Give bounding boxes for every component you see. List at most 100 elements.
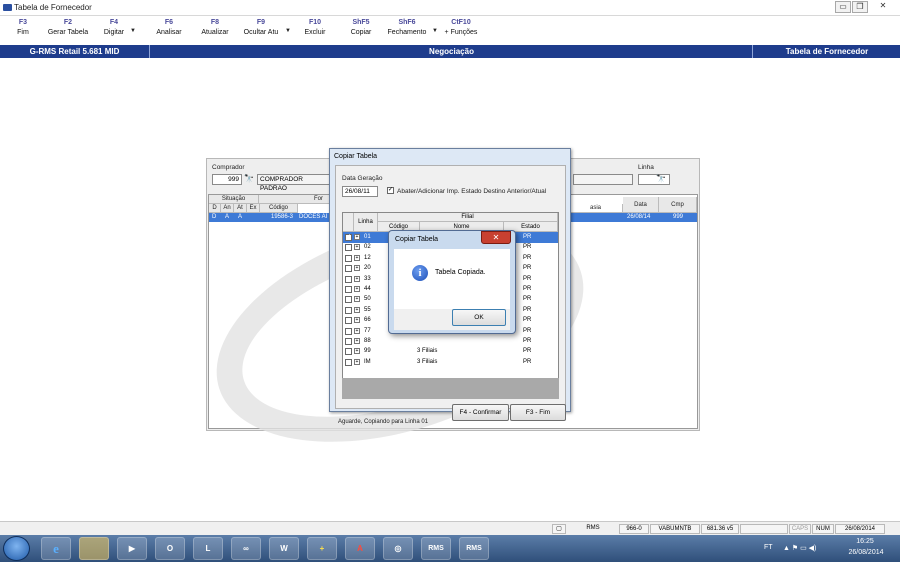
row-checkbox[interactable]	[345, 317, 352, 325]
expand-icon[interactable]: +	[354, 286, 360, 292]
medical-icon[interactable]: +	[307, 537, 337, 560]
status-rms: RMS	[586, 525, 600, 531]
dropdown-arrow-icon[interactable]: ▼	[432, 28, 438, 34]
outlook-icon[interactable]: O	[155, 537, 185, 560]
status-version: 681.36 v5	[701, 524, 739, 534]
col-d: D	[209, 204, 221, 213]
abater-checkbox[interactable]: ✓	[387, 187, 394, 194]
expand-icon[interactable]: +	[354, 317, 360, 324]
toolbar-fim[interactable]: F3 Fim	[13, 19, 33, 36]
rms-icon[interactable]: RMS	[421, 537, 451, 560]
table-empty-area	[342, 378, 559, 399]
ok-button[interactable]: OK	[452, 309, 506, 326]
restore-button[interactable]: ❐	[852, 1, 868, 13]
row-estado: PR	[523, 234, 532, 240]
expand-icon[interactable]: +	[354, 327, 360, 334]
toolbar-analisar[interactable]: F6 Analisar	[154, 19, 184, 36]
row-checkbox[interactable]	[345, 358, 352, 366]
expand-icon[interactable]: +	[354, 296, 360, 303]
notepad-icon[interactable]: ▢	[552, 524, 566, 534]
word-icon[interactable]: W	[269, 537, 299, 560]
toolbar-excluir[interactable]: F10 Excluir	[302, 19, 328, 36]
row-checkbox[interactable]	[345, 244, 352, 252]
ie-icon[interactable]: e	[41, 537, 71, 560]
row-checkbox[interactable]	[345, 286, 352, 293]
dropdown-arrow-icon[interactable]: ▼	[285, 28, 291, 34]
language-indicator[interactable]: FT	[764, 544, 773, 551]
globe-icon[interactable]: ◎	[383, 537, 413, 560]
col-ex: Ex	[247, 204, 260, 213]
expand-icon[interactable]: +	[354, 254, 360, 261]
expand-icon[interactable]: +	[354, 265, 360, 272]
dropdown-arrow-icon[interactable]: ▼	[130, 28, 136, 34]
row-linha: 33	[364, 275, 371, 282]
status-caps: CAPS	[789, 524, 811, 534]
expand-icon[interactable]: +	[354, 338, 360, 344]
row-checkbox[interactable]	[345, 306, 352, 314]
row-checkbox[interactable]	[345, 348, 352, 356]
table-row[interactable]: +88 PR	[343, 336, 558, 347]
expand-icon[interactable]: +	[354, 358, 360, 365]
row-estado: PR	[523, 327, 532, 334]
row-estado: PR	[523, 317, 532, 324]
comprador-code-field[interactable]: 999	[212, 174, 242, 185]
row-checkbox[interactable]	[345, 275, 352, 283]
message-box: Copiar Tabela ✕ i Tabela Copiada. OK	[388, 230, 516, 334]
close-icon[interactable]: ✕	[481, 231, 511, 244]
module-header: G-RMS Retail 5.681 MID Negociação Tabela…	[0, 45, 900, 58]
row-checkbox[interactable]	[345, 327, 352, 335]
explorer-icon[interactable]	[79, 537, 109, 560]
media-player-icon[interactable]: ▶	[117, 537, 147, 560]
toolbar-fechamento[interactable]: ShF6 Fechamento ▼	[385, 19, 438, 36]
acrobat-icon[interactable]: A	[345, 537, 375, 560]
row-linha: IM	[364, 358, 371, 365]
table-row[interactable]: + IM 3 Filiais PR	[343, 357, 558, 368]
expand-icon[interactable]: +	[354, 234, 360, 240]
row-estado: PR	[523, 296, 532, 303]
start-button[interactable]	[3, 536, 30, 561]
data-geracao-field[interactable]: 26/08/11	[342, 186, 378, 197]
window-titlebar: Tabela de Fornecedor ▭ ❐ ✕	[0, 0, 900, 16]
row-linha: 50	[364, 296, 371, 303]
row-estado: PR	[523, 306, 532, 313]
row-estado: PR	[523, 275, 532, 282]
expand-icon[interactable]: +	[354, 348, 360, 355]
row-checkbox[interactable]	[345, 265, 352, 273]
clock-time[interactable]: 16:25	[850, 538, 880, 545]
confirm-button[interactable]: F4 - Confirmar	[452, 404, 509, 421]
toolbar-digitar[interactable]: F4 Digitar ▼	[101, 19, 136, 36]
rms-icon[interactable]: RMS	[459, 537, 489, 560]
col-cmp: Cmp	[659, 197, 697, 213]
row-checkbox[interactable]	[345, 254, 352, 262]
row-estado: PR	[523, 338, 532, 344]
network-icon[interactable]: ∞	[231, 537, 261, 560]
row-nome: 3 Filiais	[417, 358, 438, 365]
clock-date[interactable]: 26/08/2014	[846, 549, 886, 556]
row-checkbox[interactable]: ✓	[345, 234, 352, 241]
expand-icon[interactable]: +	[354, 275, 360, 282]
close-button[interactable]: ✕	[869, 1, 897, 13]
tray-icons[interactable]: ▲ ⚑ ▭ ◀)	[783, 544, 816, 552]
binoculars-icon[interactable]: 🔭	[656, 174, 666, 184]
taskbar: e ▶ O L ∞ W + A ◎ RMS RMS FT ▲ ⚑ ▭ ◀) 16…	[0, 535, 900, 562]
end-button[interactable]: F3 - Fim	[510, 404, 566, 421]
toolbar-copiar[interactable]: ShF5 Copiar	[347, 19, 375, 36]
toolbar-atualizar[interactable]: F8 Atualizar	[198, 19, 232, 36]
row-nome: 3 Filiais	[417, 348, 438, 355]
binoculars-icon[interactable]: 🔭	[244, 174, 254, 184]
row-linha: 01	[364, 234, 371, 240]
toolbar-ocultar-atu[interactable]: F9 Ocultar Atu ▼	[240, 19, 291, 36]
row-estado: PR	[523, 265, 532, 272]
extra-field	[573, 174, 633, 185]
row-checkbox[interactable]	[345, 338, 352, 345]
minimize-button[interactable]: ▭	[835, 1, 851, 13]
dialog-title: Copiar Tabela	[334, 153, 378, 160]
toolbar-gerar-tabela[interactable]: F2 Gerar Tabela	[45, 19, 91, 36]
expand-icon[interactable]: +	[354, 306, 360, 313]
expand-icon[interactable]: +	[354, 244, 360, 251]
toolbar-mais-funcoes[interactable]: CtF10 + Funções	[442, 19, 480, 36]
row-checkbox[interactable]	[345, 296, 352, 304]
lync-icon[interactable]: L	[193, 537, 223, 560]
status-code: 966-0	[619, 524, 649, 534]
table-row[interactable]: +99 3 Filiais PR	[343, 346, 558, 357]
